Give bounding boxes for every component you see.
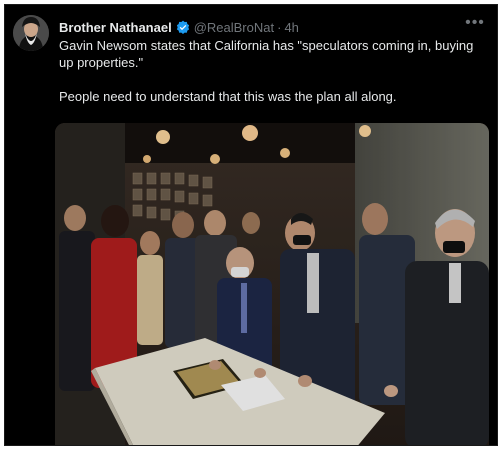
author-name[interactable]: Brother Nathanael (59, 20, 172, 35)
tweet-card: Brother Nathanael @RealBroNat · 4h ••• G… (4, 4, 498, 446)
tweet-header: Brother Nathanael @RealBroNat · 4h (59, 17, 481, 37)
tweet-text: Gavin Newsom states that California has … (59, 37, 484, 122)
avatar[interactable] (13, 15, 49, 51)
tweet-photo[interactable] (55, 123, 489, 445)
author-handle[interactable]: @RealBroNat (194, 20, 274, 35)
timestamp[interactable]: 4h (284, 20, 298, 35)
tweet-paragraph: People need to understand that this was … (59, 89, 397, 104)
avatar-image (13, 15, 49, 51)
more-options-button[interactable]: ••• (463, 13, 487, 33)
event-photo-image (55, 123, 489, 445)
separator-dot: · (277, 19, 282, 35)
tweet-paragraph: Gavin Newsom states that California has … (59, 38, 474, 70)
more-icon: ••• (465, 14, 485, 31)
verified-badge-icon (176, 20, 190, 34)
